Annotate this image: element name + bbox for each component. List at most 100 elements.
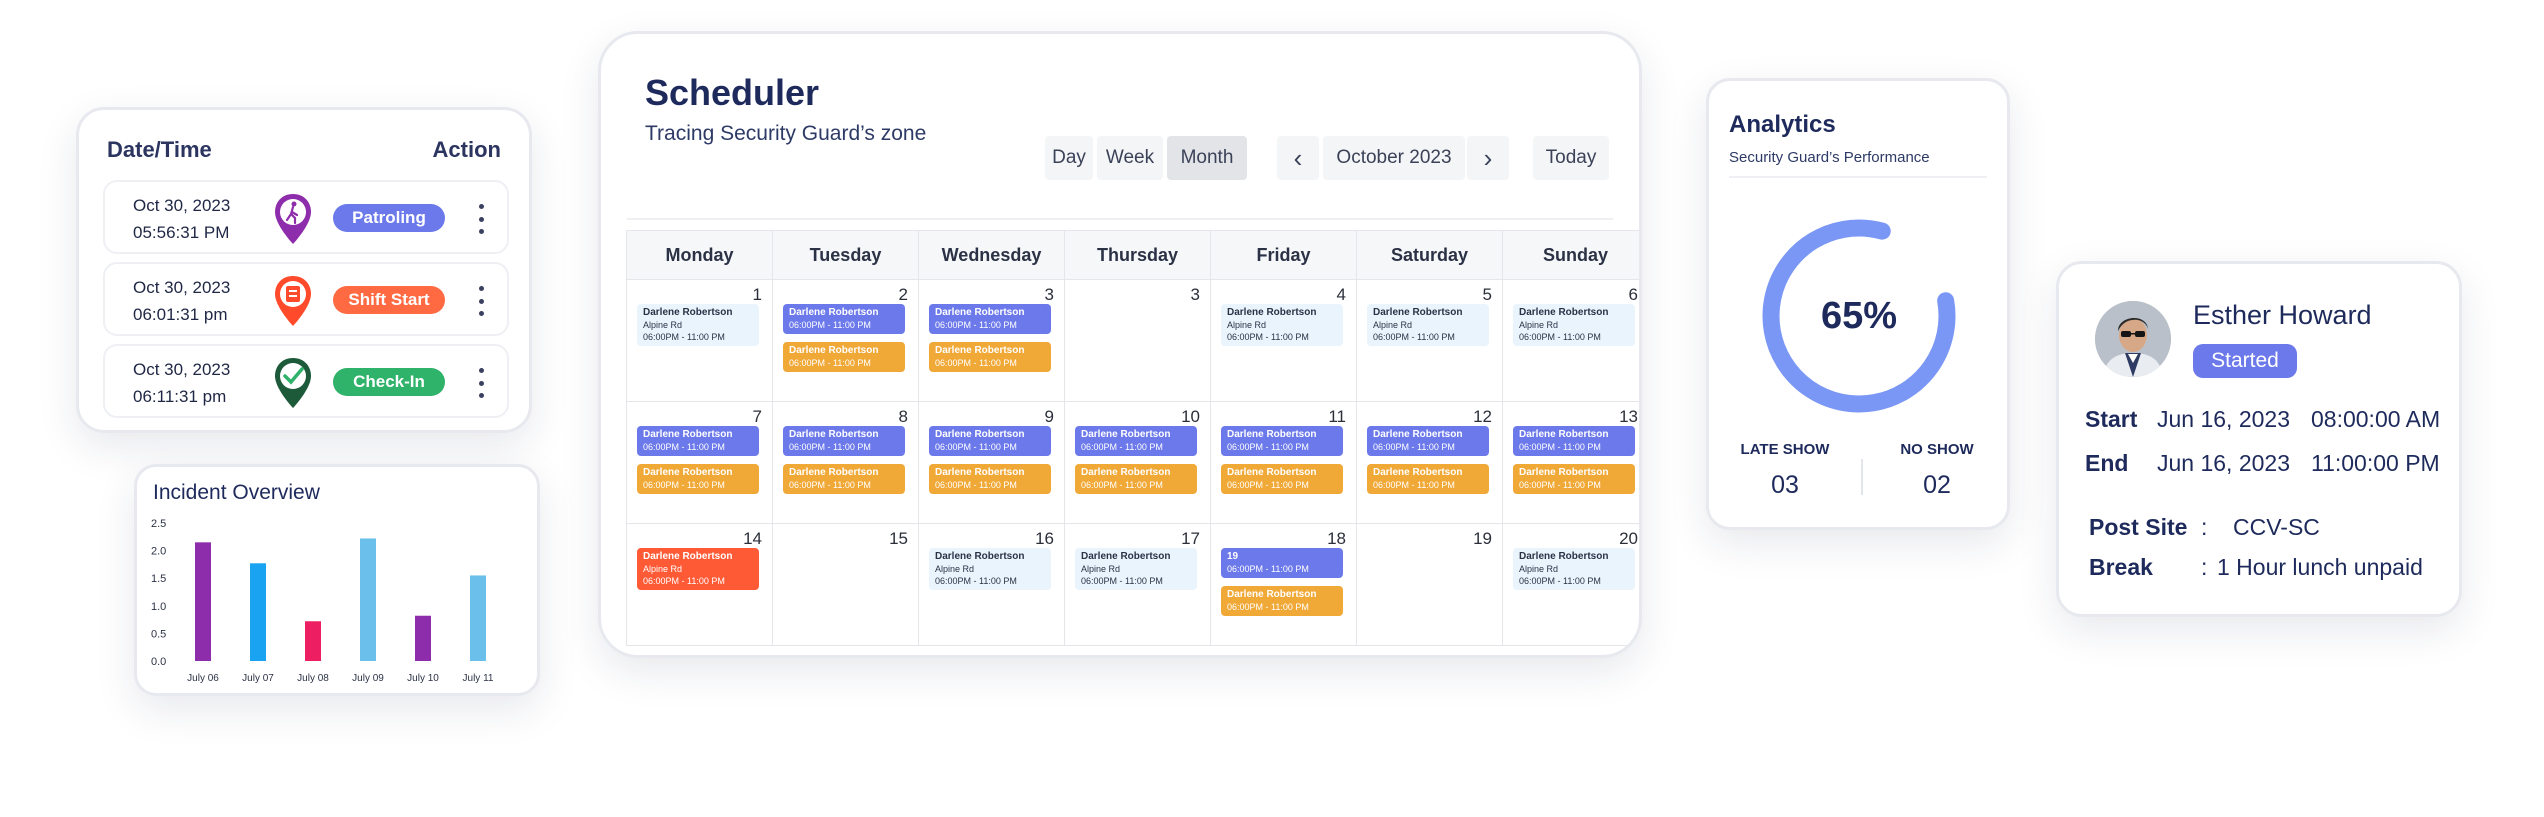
- view-week-button[interactable]: Week: [1097, 136, 1163, 180]
- event-time: 06:00PM - 11:00 PM: [1227, 564, 1309, 574]
- end-row: End Jun 16, 2023 11:00:00 PM: [2085, 450, 2440, 477]
- avatar: [2095, 301, 2171, 377]
- today-button[interactable]: Today: [1533, 136, 1609, 180]
- event-time: 06:00PM - 11:00 PM: [1373, 442, 1455, 452]
- shift-event[interactable]: Darlene Robertson Alpine Rd 06:00PM - 11:0…: [637, 304, 759, 346]
- calendar-day-cell[interactable]: 7 Darlene Robertson 06:00PM - 11:00 PM Darl…: [626, 401, 773, 524]
- shift-event[interactable]: Darlene Robertson 06:00PM - 11:00 PM: [929, 304, 1051, 334]
- event-time: 06:00PM - 11:00 PM: [1373, 332, 1455, 342]
- shift-event[interactable]: Darlene Robertson 06:00PM - 11:00 PM: [1221, 464, 1343, 494]
- shift-event[interactable]: Darlene Robertson 06:00PM - 11:00 PM: [1075, 464, 1197, 494]
- calendar-day-cell[interactable]: 5 Darlene Robertson Alpine Rd 06:00PM - 11:…: [1356, 279, 1503, 402]
- shift-event[interactable]: Darlene Robertson 06:00PM - 11:00 PM: [929, 464, 1051, 494]
- day-number: 20: [1619, 529, 1638, 548]
- day-number: 17: [1181, 529, 1200, 548]
- calendar-day-cell[interactable]: 10 Darlene Robertson 06:00PM - 11:00 PM Dar…: [1064, 401, 1211, 524]
- calendar-day-cell[interactable]: 1 Darlene Robertson Alpine Rd 06:00PM - 11:…: [626, 279, 773, 402]
- start-time: 08:00:00 AM: [2311, 406, 2441, 432]
- activity-row[interactable]: Oct 30, 2023 05:56:31 PM Patroling: [103, 180, 509, 254]
- event-time: 06:00PM - 11:00 PM: [935, 442, 1017, 452]
- post-site-value: CCV-SC: [2233, 514, 2320, 540]
- event-guard-name: Darlene Robertson: [935, 307, 1025, 318]
- row-more-menu-icon[interactable]: [475, 286, 487, 316]
- calendar-day-cell[interactable]: 17 Darlene Robertson Alpine Rd 06:00PM - 11…: [1064, 523, 1211, 646]
- event-location: Alpine Rd: [643, 564, 683, 574]
- shift-event[interactable]: Darlene Robertson 06:00PM - 11:00 PM: [783, 342, 905, 372]
- weekday-header: Friday: [1210, 230, 1357, 280]
- event-guard-name: Darlene Robertson: [643, 429, 733, 440]
- shift-event[interactable]: Darlene Robertson 06:00PM - 11:00 PM: [1513, 426, 1635, 456]
- calendar-day-cell[interactable]: 15: [772, 523, 919, 646]
- shift-event[interactable]: 19 06:00PM - 11:00 PM: [1221, 548, 1343, 578]
- row-more-menu-icon[interactable]: [475, 368, 487, 398]
- event-time: 06:00PM - 11:00 PM: [1227, 442, 1309, 452]
- incident-bar-chart: 2.5 2.0 1.5 1.0 0.5 0.0 July 06 July 07 July 08 J…: [151, 518, 494, 684]
- shift-event[interactable]: Darlene Robertson 06:00PM - 11:00 PM: [783, 464, 905, 494]
- calendar-day-cell[interactable]: 4 Darlene Robertson Alpine Rd 06:00PM - 11:…: [1210, 279, 1357, 402]
- prev-month-chevron-icon[interactable]: ‹: [1277, 136, 1319, 180]
- calendar-day-cell[interactable]: 19: [1356, 523, 1503, 646]
- calendar-day-cell[interactable]: 2 Darlene Robertson 06:00PM - 11:00 PM Darl…: [772, 279, 919, 402]
- shift-event[interactable]: Darlene Robertson 06:00PM - 11:00 PM: [1367, 464, 1489, 494]
- activity-row[interactable]: Oct 30, 2023 06:01:31 pm Shift Start: [103, 262, 509, 336]
- day-number: 9: [1044, 407, 1054, 426]
- toolbar-divider: [627, 218, 1613, 220]
- view-day-button[interactable]: Day: [1045, 136, 1093, 180]
- shift-event[interactable]: Darlene Robertson 06:00PM - 11:00 PM: [929, 426, 1051, 456]
- shift-event[interactable]: Darlene Robertson 06:00PM - 11:00 PM: [1367, 426, 1489, 456]
- shift-event[interactable]: Darlene Robertson 06:00PM - 11:00 PM: [783, 304, 905, 334]
- shift-event[interactable]: Darlene Robertson Alpine Rd 06:00PM - 11:0…: [1221, 304, 1343, 346]
- guard-name: Esther Howard: [2193, 300, 2372, 330]
- check-in-badge: Check-In: [333, 368, 445, 396]
- activity-datetime: Oct 30, 2023 05:56:31 PM: [133, 192, 230, 246]
- shift-event[interactable]: Darlene Robertson 06:00PM - 11:00 PM: [929, 342, 1051, 372]
- post-site-colon: :: [2201, 514, 2208, 540]
- shift-event[interactable]: Darlene Robertson 06:00PM - 11:00 PM: [783, 426, 905, 456]
- shift-event[interactable]: Darlene Robertson Alpine Rd 06:00PM - 11:0…: [1513, 304, 1635, 346]
- activity-row[interactable]: Oct 30, 2023 06:11:31 pm Check-In: [103, 344, 509, 418]
- calendar-day-cell[interactable]: 11 Darlene Robertson 06:00PM - 11:00 PM Dar…: [1210, 401, 1357, 524]
- y-tick-label: 2.0: [151, 546, 166, 558]
- shift-event[interactable]: Darlene Robertson 06:00PM - 11:00 PM: [1075, 426, 1197, 456]
- calendar-day-cell[interactable]: 6 Darlene Robertson Alpine Rd 06:00PM - 11:…: [1502, 279, 1639, 402]
- calendar-day-cell[interactable]: 12 Darlene Robertson 06:00PM - 11:00 PM Dar…: [1356, 401, 1503, 524]
- calendar-day-cell[interactable]: 13 Darlene Robertson 06:00PM - 11:00 PM Dar…: [1502, 401, 1639, 524]
- weekday-header: Thursday: [1064, 230, 1211, 280]
- event-guard-name: Darlene Robertson: [935, 551, 1025, 562]
- row-more-menu-icon[interactable]: [475, 204, 487, 234]
- calendar-day-cell[interactable]: 16 Darlene Robertson Alpine Rd 06:00PM - 11…: [918, 523, 1065, 646]
- shift-event[interactable]: Darlene Robertson Alpine Rd 06:00PM - 11:0…: [1513, 548, 1635, 590]
- shift-event[interactable]: Darlene Robertson 06:00PM - 11:00 PM: [637, 426, 759, 456]
- calendar-day-cell[interactable]: 8 Darlene Robertson 06:00PM - 11:00 PM Darl…: [772, 401, 919, 524]
- view-month-button[interactable]: Month: [1167, 136, 1247, 180]
- shift-event[interactable]: Darlene Robertson Alpine Rd 06:00PM - 11:0…: [1075, 548, 1197, 590]
- day-number: 11: [1328, 407, 1346, 426]
- shift-event[interactable]: Darlene Robertson 06:00PM - 11:00 PM: [1513, 464, 1635, 494]
- shift-event[interactable]: Darlene Robertson Alpine Rd 06:00PM - 11:0…: [929, 548, 1051, 590]
- analytics-card: Analytics Security Guard’s Performance 6…: [1706, 78, 2010, 530]
- event-time: 06:00PM - 11:00 PM: [789, 320, 871, 330]
- calendar-day-cell[interactable]: 3: [1064, 279, 1211, 402]
- next-month-chevron-icon[interactable]: ›: [1467, 136, 1509, 180]
- calendar-day-cell[interactable]: 9 Darlene Robertson 06:00PM - 11:00 PM Darl…: [918, 401, 1065, 524]
- shift-event[interactable]: Darlene Robertson Alpine Rd 06:00PM - 11:0…: [1367, 304, 1489, 346]
- shift-event[interactable]: Darlene Robertson 06:00PM - 11:00 PM: [1221, 426, 1343, 456]
- event-time: 06:00PM - 11:00 PM: [789, 358, 871, 368]
- shift-event[interactable]: Darlene Robertson Alpine Rd 06:00PM - 11:0…: [637, 548, 759, 590]
- calendar-day-cell[interactable]: 3 Darlene Robertson 06:00PM - 11:00 PM Darl…: [918, 279, 1065, 402]
- day-number: 4: [1336, 285, 1346, 304]
- shift-event[interactable]: Darlene Robertson 06:00PM - 11:00 PM: [1221, 586, 1343, 616]
- event-guard-name: Darlene Robertson: [1227, 429, 1317, 440]
- bar: [360, 538, 376, 661]
- event-guard-name: Darlene Robertson: [643, 307, 733, 318]
- event-time: 06:00PM - 11:00 PM: [1081, 576, 1163, 586]
- y-tick-label: 0.0: [151, 656, 166, 668]
- x-tick-label: July 08: [297, 673, 329, 684]
- calendar-day-cell[interactable]: 14 Darlene Robertson Alpine Rd 06:00PM - 11…: [626, 523, 773, 646]
- event-guard-name: Darlene Robertson: [935, 429, 1025, 440]
- calendar-day-cell[interactable]: 18 19 06:00PM - 11:00 PM Darlene Robertson 0…: [1210, 523, 1357, 646]
- shift-event[interactable]: Darlene Robertson 06:00PM - 11:00 PM: [637, 464, 759, 494]
- calendar-day-cell[interactable]: 20 Darlene Robertson Alpine Rd 06:00PM - 11…: [1502, 523, 1639, 646]
- activity-time: 06:01:31 pm: [133, 305, 228, 324]
- analytics-subtitle: Security Guard’s Performance: [1729, 149, 1930, 166]
